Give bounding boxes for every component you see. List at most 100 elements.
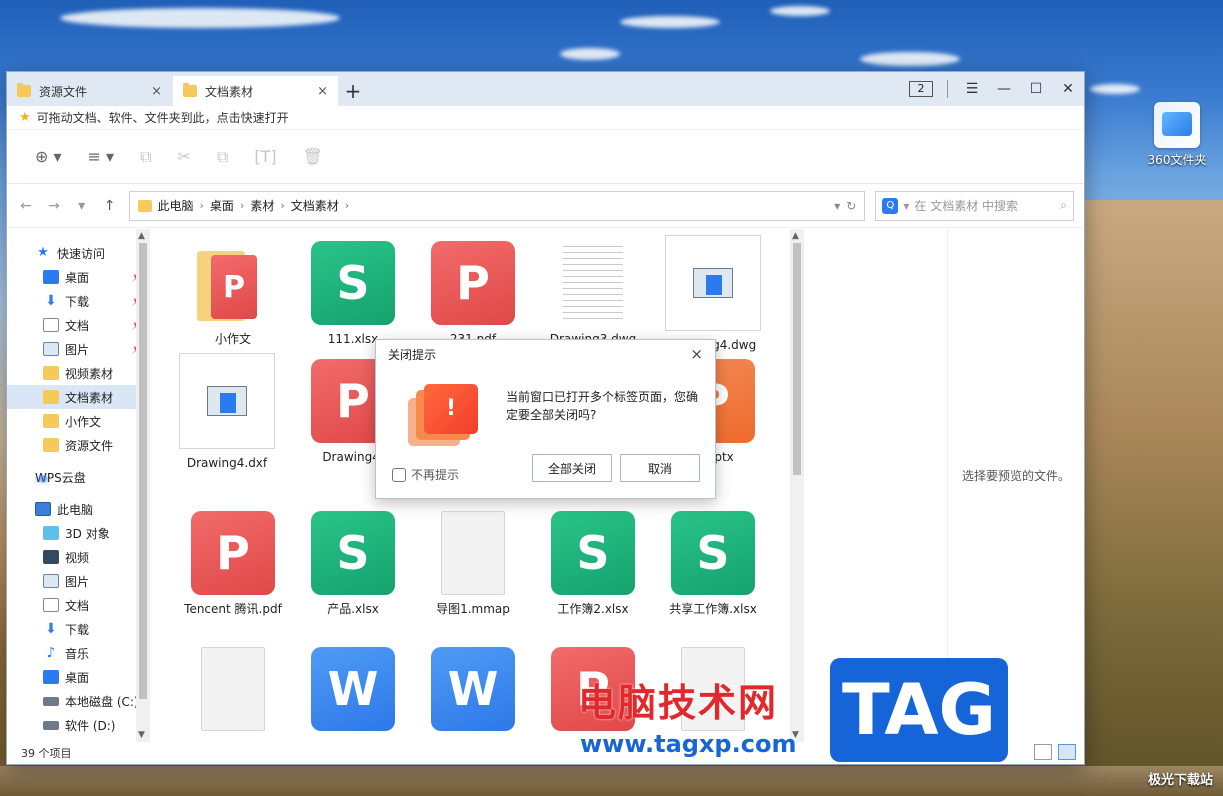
- preview-placeholder: 选择要预览的文件。: [961, 469, 1070, 483]
- sidebar-item-documents[interactable]: 文档📌: [7, 313, 150, 337]
- up-button[interactable]: ↑: [101, 198, 119, 214]
- tab-close-icon[interactable]: ×: [151, 84, 162, 99]
- sidebar-item-drive-c[interactable]: 本地磁盘 (C:): [7, 689, 150, 713]
- dont-show-again-checkbox[interactable]: 不再提示: [392, 466, 459, 483]
- pdf-icon: P: [191, 511, 275, 595]
- tab-close-icon[interactable]: ×: [317, 84, 328, 99]
- crumb-desktop[interactable]: 桌面: [210, 197, 234, 214]
- new-button[interactable]: ⊕ ▾: [35, 147, 62, 166]
- scrollbar-thumb[interactable]: [139, 243, 147, 699]
- large-icons-view-icon[interactable]: [1058, 744, 1076, 760]
- maximize-button[interactable]: ☐: [1020, 81, 1052, 97]
- sidebar-item-videos[interactable]: 视频: [7, 545, 150, 569]
- spreadsheet-icon: S: [311, 511, 395, 595]
- drive-icon: [43, 696, 59, 706]
- forward-button[interactable]: →: [45, 198, 63, 214]
- file-item[interactable]: Drawing3.dwg: [538, 241, 648, 348]
- sidebar-item-drive-d[interactable]: 软件 (D:): [7, 713, 150, 737]
- file-item[interactable]: 导图1.mmap: [418, 511, 528, 618]
- blank-file-icon: [441, 511, 505, 595]
- file-item[interactable]: P 小作文: [178, 241, 288, 348]
- file-item[interactable]: Drawing4.dxf: [172, 353, 282, 472]
- scroll-up-icon[interactable]: ▲: [792, 231, 799, 241]
- sidebar-item-pictures[interactable]: 图片📌: [7, 337, 150, 361]
- cancel-button[interactable]: 取消: [620, 454, 700, 482]
- close-window-button[interactable]: ✕: [1052, 81, 1084, 97]
- tab-resource-files[interactable]: 资源文件 ×: [7, 76, 172, 106]
- music-icon: ♪: [46, 645, 56, 661]
- file-item[interactable]: W: [418, 647, 528, 737]
- chevron-down-icon[interactable]: ▾: [903, 199, 909, 213]
- sidebar-item-this-pc[interactable]: 此电脑: [7, 497, 150, 521]
- delete-icon[interactable]: 🗑: [303, 147, 323, 166]
- cube-icon: [43, 526, 59, 540]
- sidebar-item-doc-materials[interactable]: 文档素材: [7, 385, 150, 409]
- file-item[interactable]: [178, 647, 288, 737]
- sidebar: ★ 快速访问 桌面📌 ⬇下载📌 文档📌 图片📌 视频素材 文档素材 小作文 资源…: [7, 229, 150, 742]
- view-button[interactable]: ≡ ▾: [88, 147, 115, 166]
- sidebar-item-downloads[interactable]: ⬇下载📌: [7, 289, 150, 313]
- add-tab-button[interactable]: +: [338, 76, 368, 106]
- copy-icon[interactable]: ⧉: [140, 147, 151, 167]
- dialog-close-icon[interactable]: ×: [690, 345, 703, 363]
- address-bar[interactable]: 此电脑 › 桌面 › 素材 › 文档素材 › ▾ ↻: [128, 190, 866, 221]
- scrollbar-thumb[interactable]: [793, 243, 801, 475]
- search-engine-icon[interactable]: Q: [882, 197, 899, 214]
- file-grid-scrollbar[interactable]: ▲ ▼: [790, 229, 804, 742]
- crumb-this-pc[interactable]: 此电脑: [158, 197, 194, 214]
- file-item[interactable]: P 231.pdf: [418, 241, 528, 348]
- toolbar: ⊕ ▾ ≡ ▾ ⧉ ✂ ⧉ [T] 🗑: [7, 130, 1084, 184]
- sidebar-item-essay[interactable]: 小作文: [7, 409, 150, 433]
- sidebar-item-pc-downloads[interactable]: ⬇ 下载: [7, 617, 150, 641]
- film-icon: [43, 550, 59, 564]
- scroll-down-icon[interactable]: ▼: [138, 730, 145, 740]
- checkbox-icon[interactable]: [392, 467, 406, 482]
- sidebar-item-pc-documents[interactable]: 文档: [7, 593, 150, 617]
- file-item[interactable]: S 产品.xlsx: [298, 511, 408, 618]
- sidebar-item-music[interactable]: ♪ 音乐: [7, 641, 150, 665]
- file-item[interactable]: S 共享工作簿.xlsx: [658, 511, 768, 618]
- sidebar-item-3d-objects[interactable]: 3D 对象: [7, 521, 150, 545]
- close-all-button[interactable]: 全部关闭: [532, 454, 612, 482]
- favorites-hint: 可拖动文档、软件、文件夹到此，点击快速打开: [36, 111, 289, 125]
- sidebar-item-pc-pictures[interactable]: 图片: [7, 569, 150, 593]
- folder-icon: [43, 438, 59, 452]
- search-icon[interactable]: ⌕: [1060, 198, 1067, 213]
- crumb-doc-materials[interactable]: 文档素材: [291, 197, 339, 214]
- file-item[interactable]: S 111.xlsx: [298, 241, 408, 348]
- minimize-button[interactable]: —: [988, 81, 1020, 97]
- favorites-bar[interactable]: ★ 可拖动文档、软件、文件夹到此，点击快速打开: [7, 106, 1084, 130]
- menu-icon[interactable]: ☰: [956, 81, 988, 97]
- recent-dropdown[interactable]: ▾: [73, 198, 91, 214]
- tab-bar: 资源文件 × 文档素材 × + 2 ☰ — ☐ ✕: [7, 72, 1084, 106]
- rename-icon[interactable]: [T]: [254, 147, 276, 166]
- file-item[interactable]: P Tencent 腾讯.pdf: [178, 511, 288, 618]
- search-box[interactable]: Q ▾ 在 文档素材 中搜索 ⌕: [875, 190, 1075, 221]
- address-dropdown[interactable]: ▾: [834, 199, 840, 213]
- sidebar-item-quick-access[interactable]: ★ 快速访问: [7, 241, 150, 265]
- sidebar-scrollbar[interactable]: ▲ ▼: [136, 229, 150, 742]
- desktop-icon-360-folder[interactable]: 360文件夹: [1146, 102, 1208, 168]
- tab-count-badge[interactable]: 2: [909, 81, 933, 97]
- sidebar-item-wps-cloud[interactable]: ☁ WPS云盘: [7, 465, 150, 489]
- paste-icon[interactable]: ⧉: [217, 147, 228, 167]
- file-item[interactable]: W: [298, 647, 408, 737]
- file-item[interactable]: Drawing4.dwg: [658, 235, 768, 354]
- back-button[interactable]: ←: [17, 198, 35, 214]
- refresh-icon[interactable]: ↻: [846, 199, 856, 213]
- crumb-materials[interactable]: 素材: [250, 197, 274, 214]
- close-confirm-dialog: 关闭提示 × ! 当前窗口已打开多个标签页面，您确定要全部关闭吗? 不再提示 全…: [375, 339, 716, 499]
- file-item[interactable]: S 工作簿2.xlsx: [538, 511, 648, 618]
- sidebar-item-resource-files[interactable]: 资源文件: [7, 433, 150, 457]
- scroll-up-icon[interactable]: ▲: [138, 231, 145, 241]
- tab-doc-materials[interactable]: 文档素材 ×: [173, 76, 338, 106]
- details-view-icon[interactable]: [1034, 744, 1052, 760]
- divider: [947, 80, 948, 98]
- sidebar-item-pc-desktop[interactable]: 桌面: [7, 665, 150, 689]
- search-input[interactable]: 在 文档素材 中搜索: [914, 197, 1055, 214]
- picture-icon: [43, 574, 59, 588]
- sidebar-item-video-materials[interactable]: 视频素材: [7, 361, 150, 385]
- sidebar-item-desktop[interactable]: 桌面📌: [7, 265, 150, 289]
- star-icon: ★: [37, 245, 49, 260]
- cut-icon[interactable]: ✂: [178, 147, 191, 166]
